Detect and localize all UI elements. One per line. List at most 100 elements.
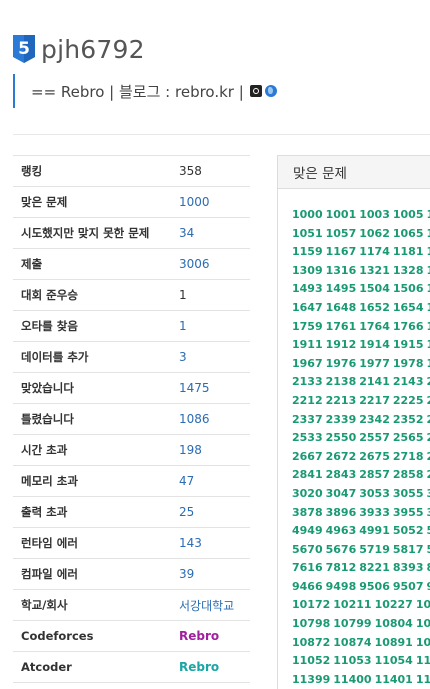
- problem-link[interactable]: 11399: [292, 671, 330, 689]
- problem-link[interactable]: 1159: [292, 243, 323, 262]
- problem-link[interactable]: 2225: [393, 392, 424, 411]
- stats-value[interactable]: 서강대학교: [171, 590, 250, 621]
- problem-link[interactable]: 1761: [326, 318, 357, 337]
- stats-value[interactable]: Rebro: [171, 621, 250, 652]
- problem-link[interactable]: 2212: [292, 392, 323, 411]
- problem-link[interactable]: 9466: [292, 578, 323, 597]
- problem-link[interactable]: 10891: [375, 634, 413, 653]
- problem-link[interactable]: 1057: [326, 225, 357, 244]
- problem-link[interactable]: 1051: [292, 225, 323, 244]
- problem-link[interactable]: 1005: [393, 206, 424, 225]
- problem-link[interactable]: 3878: [292, 504, 323, 523]
- stats-value[interactable]: 3006: [171, 249, 250, 280]
- problem-link[interactable]: 2213: [326, 392, 357, 411]
- globe-icon[interactable]: [264, 85, 277, 97]
- problem-link[interactable]: 1334: [427, 262, 430, 281]
- problem-link[interactable]: 1652: [359, 299, 390, 318]
- problem-link[interactable]: 2565: [393, 429, 424, 448]
- problem-link[interactable]: 2217: [359, 392, 390, 411]
- problem-link[interactable]: 2672: [326, 448, 357, 467]
- problem-link[interactable]: 2231: [427, 392, 430, 411]
- stats-value[interactable]: 34: [171, 218, 250, 249]
- problem-link[interactable]: 11055: [416, 652, 430, 671]
- problem-link[interactable]: 7616: [292, 559, 323, 578]
- problem-link[interactable]: 1759: [292, 318, 323, 337]
- problem-link[interactable]: 5719: [359, 541, 390, 560]
- problem-link[interactable]: 2843: [326, 466, 357, 485]
- problem-link[interactable]: 1003: [359, 206, 390, 225]
- problem-link[interactable]: 8221: [359, 559, 390, 578]
- problem-link[interactable]: 1001: [326, 206, 357, 225]
- problem-link[interactable]: 2133: [292, 373, 323, 392]
- problem-link[interactable]: 11400: [333, 671, 371, 689]
- problem-link[interactable]: 2337: [292, 411, 323, 430]
- problem-link[interactable]: 3047: [326, 485, 357, 504]
- stats-value[interactable]: 3: [171, 342, 250, 373]
- problem-link[interactable]: 11401: [375, 671, 413, 689]
- github-icon[interactable]: [249, 85, 262, 97]
- problem-link[interactable]: 8393: [393, 559, 424, 578]
- problem-link[interactable]: 3067: [427, 485, 430, 504]
- problem-link[interactable]: 1770: [427, 318, 430, 337]
- problem-link[interactable]: 1321: [359, 262, 390, 281]
- problem-link[interactable]: 2150: [427, 373, 430, 392]
- problem-link[interactable]: 2352: [393, 411, 424, 430]
- problem-link[interactable]: 2342: [359, 411, 390, 430]
- problem-link[interactable]: 1065: [393, 225, 424, 244]
- problem-link[interactable]: 1976: [326, 355, 357, 374]
- problem-link[interactable]: 3977: [427, 504, 430, 523]
- problem-link[interactable]: 10227: [375, 596, 413, 615]
- problem-link[interactable]: 2857: [359, 466, 390, 485]
- problem-link[interactable]: 2550: [326, 429, 357, 448]
- problem-link[interactable]: 2858: [393, 466, 424, 485]
- problem-link[interactable]: 2667: [292, 448, 323, 467]
- problem-link[interactable]: 10804: [375, 615, 413, 634]
- problem-link[interactable]: 2339: [326, 411, 357, 430]
- problem-link[interactable]: 4991: [359, 522, 390, 541]
- stats-value[interactable]: 1475: [171, 373, 250, 404]
- problem-link[interactable]: 4963: [326, 522, 357, 541]
- problem-link[interactable]: 1504: [359, 280, 390, 299]
- problem-link[interactable]: 1507: [427, 280, 430, 299]
- stats-value[interactable]: Rebro: [171, 652, 250, 683]
- problem-link[interactable]: 5817: [393, 541, 424, 560]
- problem-link[interactable]: 1167: [326, 243, 357, 262]
- problem-link[interactable]: 1181: [393, 243, 424, 262]
- problem-link[interactable]: 11053: [333, 652, 371, 671]
- problem-link[interactable]: 2357: [427, 411, 430, 430]
- problem-link[interactable]: 2143: [393, 373, 424, 392]
- problem-link[interactable]: 1655: [427, 299, 430, 318]
- problem-link[interactable]: 2557: [359, 429, 390, 448]
- problem-link[interactable]: 2869: [427, 466, 430, 485]
- problem-link[interactable]: 3955: [393, 504, 424, 523]
- problem-link[interactable]: 1174: [359, 243, 390, 262]
- problem-link[interactable]: 1911: [292, 336, 323, 355]
- problem-link[interactable]: 1006: [427, 206, 430, 225]
- stats-value[interactable]: 1000: [171, 187, 250, 218]
- problem-link[interactable]: 9498: [326, 578, 357, 597]
- problem-link[interactable]: 1328: [393, 262, 424, 281]
- stats-value[interactable]: 39: [171, 559, 250, 590]
- problem-link[interactable]: 1182: [427, 243, 430, 262]
- problem-link[interactable]: 4949: [292, 522, 323, 541]
- problem-link[interactable]: 1067: [427, 225, 430, 244]
- problem-link[interactable]: 7812: [326, 559, 357, 578]
- problem-link[interactable]: 2141: [359, 373, 390, 392]
- problem-link[interactable]: 10874: [333, 634, 371, 653]
- problem-link[interactable]: 1766: [393, 318, 424, 337]
- problem-link[interactable]: 5052: [393, 522, 424, 541]
- problem-link[interactable]: 2138: [326, 373, 357, 392]
- problem-link[interactable]: 1916: [427, 336, 430, 355]
- problem-link[interactable]: 8394: [427, 559, 430, 578]
- problem-link[interactable]: 9506: [359, 578, 390, 597]
- stats-value[interactable]: 198: [171, 435, 250, 466]
- problem-link[interactable]: 11402: [416, 671, 430, 689]
- problem-link[interactable]: 11054: [375, 652, 413, 671]
- problem-link[interactable]: 1506: [393, 280, 424, 299]
- problem-link[interactable]: 10903: [416, 634, 430, 653]
- stats-value[interactable]: 25: [171, 497, 250, 528]
- stats-value[interactable]: 1: [171, 311, 250, 342]
- problem-link[interactable]: 3896: [326, 504, 357, 523]
- problem-link[interactable]: 9507: [393, 578, 424, 597]
- problem-link[interactable]: 10172: [292, 596, 330, 615]
